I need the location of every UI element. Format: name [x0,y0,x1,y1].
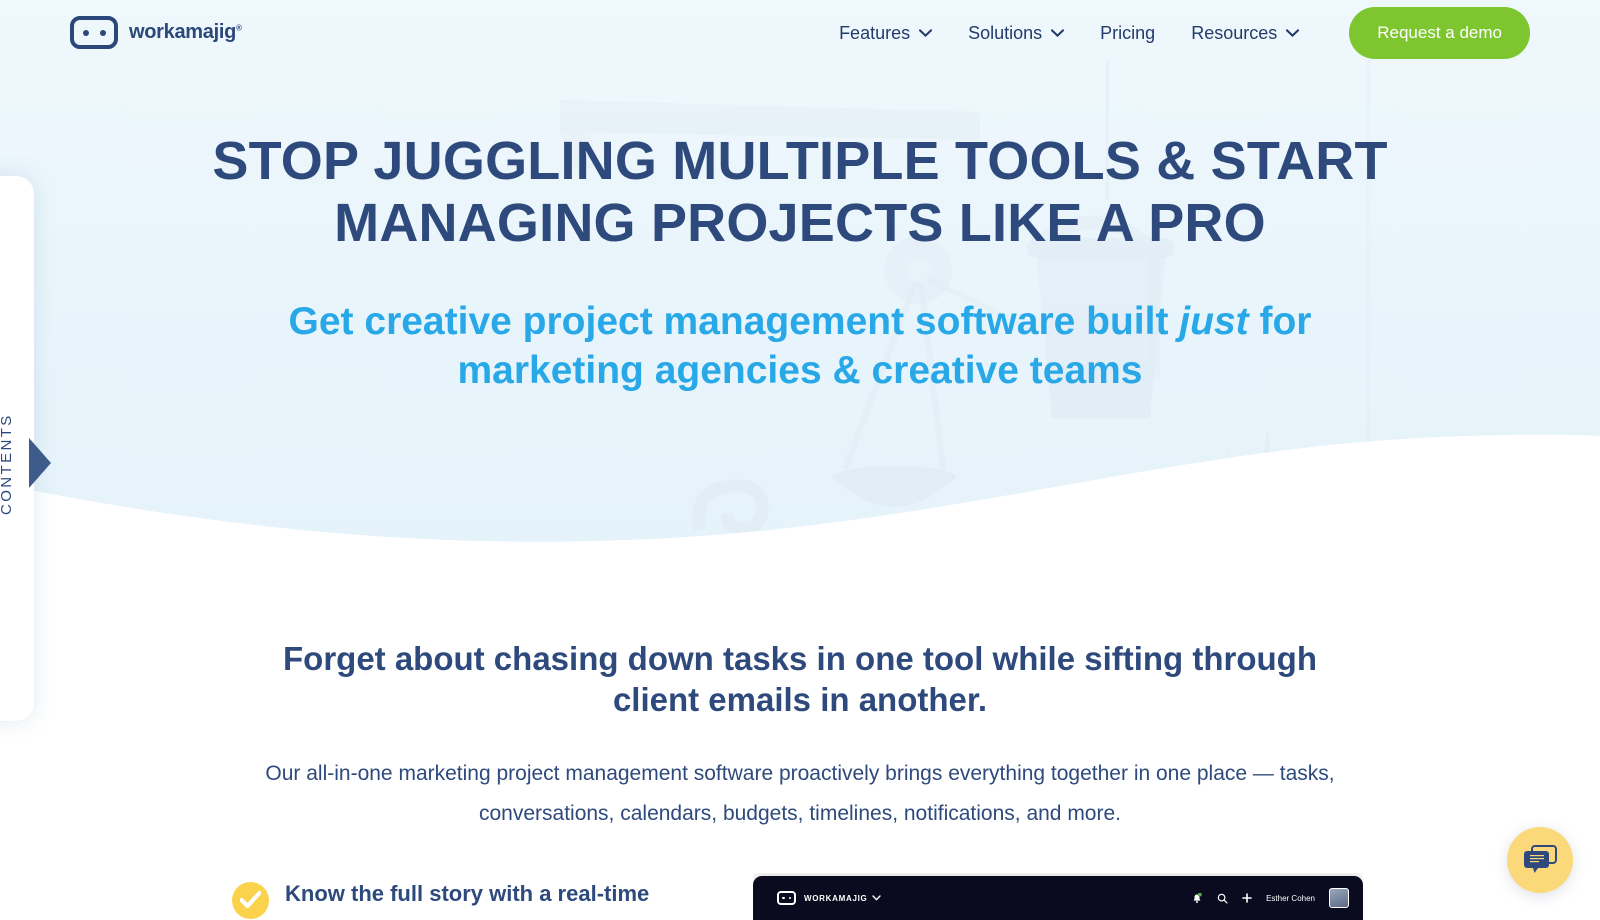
contents-tab-label[interactable]: CONTENTS [0,385,15,515]
registered-mark: ® [236,23,242,33]
chat-widget-button[interactable] [1507,827,1573,893]
check-circle-icon [232,882,269,919]
logo-eye-right [99,29,106,36]
app-toolbar-right: Esther Cohen [1191,888,1353,908]
request-demo-button[interactable]: Request a demo [1349,7,1530,59]
app-logo-text: WORKAMAJIG [804,893,868,903]
nav-item-features[interactable]: Features [839,23,950,44]
avatar[interactable] [1329,888,1349,908]
logo-wordmark-text: workamajig [129,21,237,43]
site-logo[interactable]: workamajig® [70,16,242,49]
main-navigation: Features Solutions Pricing Resources Req… [839,0,1600,66]
feature-bullet-item: Know the full story with a real-time [232,879,662,919]
section-paragraph: Our all-in-one marketing project managem… [265,762,1335,825]
nav-label-pricing: Pricing [1100,22,1156,43]
app-screenshot-preview: WORKAMAJIG Esther Cohen [753,873,1363,920]
chat-bubble-icon [1524,844,1557,873]
search-icon[interactable] [1217,893,1228,904]
chevron-down-icon[interactable] [872,895,882,901]
plus-icon[interactable] [1242,893,1252,903]
site-header: workamajig® Features Solutions Pricing R… [0,0,1600,66]
logo-wordmark: workamajig® [129,21,242,44]
hero-subheadline: Get creative project management software… [240,297,1360,395]
app-workamajig-logo-icon [777,891,796,905]
hero-subheadline-emphasis: just [1179,300,1249,343]
app-window-frame: WORKAMAJIG Esther Cohen [753,876,1363,920]
chevron-down-icon [1286,29,1300,37]
nav-label-features: Features [839,22,911,43]
nav-item-solutions[interactable]: Solutions [950,23,1082,44]
feature-bullet-label: Know the full story with a real-time [285,881,650,906]
section-heading: Forget about chasing down tasks in one t… [283,640,1317,718]
app-logo-eye-right [788,896,791,900]
bell-icon[interactable] [1191,892,1203,904]
logo-eye-left [82,29,89,36]
app-user-name[interactable]: Esther Cohen [1266,894,1315,903]
nav-label-resources: Resources [1191,22,1278,43]
nav-item-resources[interactable]: Resources [1173,23,1317,44]
triangle-right-icon[interactable] [29,438,51,488]
hero-subheadline-pre: Get creative project management software… [288,300,1180,343]
chevron-down-icon [919,29,933,37]
workamajig-robot-logo-icon [70,16,118,49]
nav-label-solutions: Solutions [968,22,1043,43]
chevron-down-icon [1051,29,1065,37]
hero-wave-divider [0,434,1600,600]
app-logo-eye-left [782,896,785,900]
app-toolbar: WORKAMAJIG Esther Cohen [753,884,1363,912]
page-title: STOP JUGGLING MULTIPLE TOOLS & START MAN… [212,131,1388,253]
nav-item-pricing[interactable]: Pricing [1082,23,1173,44]
